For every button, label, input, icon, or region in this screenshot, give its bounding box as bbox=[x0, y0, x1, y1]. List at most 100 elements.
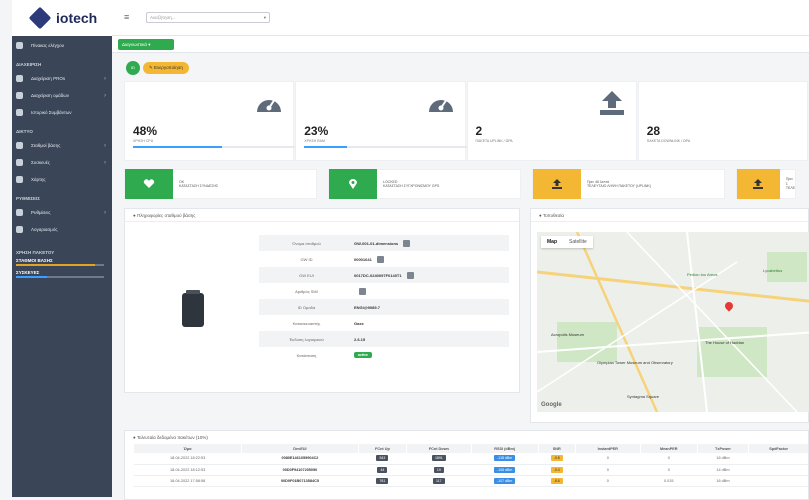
sidebar-item-label: Ρυθμίσεις bbox=[31, 210, 51, 215]
chevron-right-icon: › bbox=[104, 159, 106, 166]
cell-mean-per: 0.015 bbox=[640, 475, 698, 487]
cell-spd bbox=[748, 453, 808, 465]
tile-gps: LOCKED ΚΑΤΑΣΤΑΣΗ ΣΥΓΧΡΟΝΙΣΜΟΥ GPS bbox=[328, 169, 521, 199]
pill: -107 dBm bbox=[494, 477, 516, 484]
sidebar-item-groups[interactable]: Διαχείριση ομάδων › bbox=[12, 87, 112, 104]
gauge-icon bbox=[257, 98, 282, 112]
col-header[interactable]: MeanPER bbox=[639, 444, 698, 453]
col-header[interactable]: SpdFactor bbox=[748, 444, 808, 453]
search-select[interactable]: Αναζήτηση... ▾ bbox=[146, 12, 270, 23]
copy-icon[interactable] bbox=[376, 255, 384, 263]
stat-value: 48% bbox=[133, 124, 158, 138]
map-roads bbox=[537, 232, 809, 412]
id-chip[interactable]: ID bbox=[126, 61, 140, 75]
tab-satellite[interactable]: Satellite bbox=[563, 236, 593, 248]
copy-icon[interactable] bbox=[406, 271, 414, 279]
copy-icon[interactable] bbox=[359, 287, 366, 295]
stat-label: ΧΡΗΣΗ CPU bbox=[133, 139, 154, 143]
stat-label: ΧΡΗΣΗ RAM bbox=[304, 139, 325, 143]
sidebar-item-label: Χάρτης bbox=[31, 177, 46, 182]
logo[interactable]: iotech bbox=[12, 0, 112, 36]
col-header[interactable]: SNR bbox=[537, 444, 576, 453]
info-key: Κατάσταση bbox=[296, 352, 317, 358]
stat-cpu: 48% ΧΡΗΣΗ CPU bbox=[124, 81, 318, 161]
info-key: ID Ομαδα bbox=[297, 304, 316, 310]
sidebar-item-devices[interactable]: Συσκευές › bbox=[12, 154, 112, 171]
subbar: Διαγνωστικά ▾ bbox=[112, 36, 809, 53]
stat-ram: 23% ΧΡΗΣΗ RAM bbox=[295, 81, 490, 161]
info-value: ENGI@9089.7 bbox=[354, 304, 380, 310]
tab-map[interactable]: Map bbox=[541, 236, 563, 248]
sidebar-item-label: Σταθμοί βάσης bbox=[31, 143, 61, 148]
col-header[interactable]: TxPower bbox=[696, 444, 749, 453]
map[interactable]: Map Satellite Pedion tou Areos The House… bbox=[537, 232, 809, 412]
activation-chip-label: Ενεργοποίηση bbox=[154, 65, 183, 70]
panel-title: ● Τοποθεσία bbox=[531, 209, 808, 222]
col-header[interactable]: InstantPER bbox=[574, 444, 641, 453]
table-row[interactable]: 18-04-2022 18:22:53 0080E1461059904C2 54… bbox=[133, 453, 808, 465]
sidebar-item-label: Διαχείριση PROs bbox=[31, 76, 66, 81]
panel-title-text: Τελευταία δεδομένα πακέτων (10%) bbox=[136, 435, 208, 440]
stat-value: 2 bbox=[475, 124, 483, 138]
sidebar-item-pros[interactable]: Διαχείριση PROs › bbox=[12, 70, 112, 87]
device-icon bbox=[16, 159, 23, 166]
map-label: The House of Hadrian bbox=[705, 340, 745, 345]
map-label: Lycabettus bbox=[763, 268, 783, 273]
stat-label: ΠΑΚΕΤΑ DOWNLINK / ΩΡΑ bbox=[646, 139, 691, 143]
info-key: Κατασκευαστής bbox=[292, 320, 321, 326]
stat-downlink: 28 ΠΑΚΕΤΑ DOWNLINK / ΩΡΑ bbox=[637, 81, 808, 161]
cell-snr: -9.4 bbox=[538, 464, 576, 476]
info-row: GW EUI 0017DC-0240097F0140T1 bbox=[259, 267, 509, 283]
sidebar-item-account[interactable]: Λογαριασμός bbox=[12, 221, 112, 238]
account-icon bbox=[16, 226, 23, 233]
table-row[interactable]: 18-04-2022 18:12:53 00D0F94107205050 44 … bbox=[133, 464, 808, 476]
chevron-down-icon: ▾ bbox=[263, 15, 266, 20]
col-header[interactable]: DevEUI bbox=[241, 444, 359, 453]
status-badge: active bbox=[354, 352, 372, 358]
stat-value: 28 bbox=[646, 124, 661, 138]
info-value: 0017DC-0240097F0140T1 bbox=[354, 272, 402, 278]
col-header[interactable]: FCnt Up bbox=[357, 444, 407, 453]
col-header[interactable]: RSSI (dBm) bbox=[470, 444, 539, 453]
topbar: ≡ Αναζήτηση... ▾ bbox=[112, 0, 809, 36]
stat-uplink: 2 ΠΑΚΕΤΑ UPLINK / ΩΡΑ bbox=[466, 81, 637, 161]
info-value: 2.6.15 bbox=[354, 336, 366, 342]
info-value: GW-001-01-dimensions bbox=[354, 240, 399, 246]
sidebar-item-dashboard[interactable]: Πίνακας ελέγχου bbox=[12, 37, 112, 54]
panel-title: ● Τελευταία δεδομένα πακέτων (10%) bbox=[133, 435, 208, 440]
info-row: Κατάσταση active bbox=[259, 347, 509, 363]
monitor-icon bbox=[16, 42, 23, 49]
cell-instant-per: 0 bbox=[575, 475, 641, 487]
info-value: Gaxx bbox=[354, 320, 364, 326]
sidebar-item-base-stations[interactable]: Σταθμοί βάσης › bbox=[12, 137, 112, 154]
pill: 44 bbox=[377, 466, 388, 473]
tile-value: Πριν 1 bbox=[785, 177, 793, 186]
cell-instant-per: 0 bbox=[575, 453, 641, 465]
menu-icon[interactable]: ≡ bbox=[124, 12, 133, 22]
copy-icon[interactable] bbox=[403, 239, 411, 247]
sidebar-item-settings[interactable]: Ρυθμίσεις › bbox=[12, 204, 112, 221]
station-info-panel: ● Πληροφορίες σταθμού βάσης Όνομα σταθμο… bbox=[124, 208, 520, 393]
cell-fcnt-up: 543 bbox=[358, 453, 407, 465]
info-row: GW ID 00001641 bbox=[259, 251, 509, 267]
info-key: GW EUI bbox=[299, 272, 314, 278]
location-icon bbox=[329, 169, 377, 199]
sidebar-item-map[interactable]: Χάρτης bbox=[12, 171, 112, 188]
activation-chip[interactable]: ✎ Ενεργοποίηση bbox=[143, 62, 189, 74]
cell-instant-per: 0 bbox=[575, 464, 641, 476]
col-header[interactable]: Ώρα bbox=[132, 444, 242, 453]
cell-fcnt-down: 117 bbox=[406, 475, 472, 487]
panel-title-text: Τοποθεσία bbox=[542, 213, 565, 218]
pill: 1891 bbox=[431, 455, 446, 462]
diagnostics-button[interactable]: Διαγνωστικά ▾ bbox=[118, 39, 174, 50]
usage-bar-fill bbox=[16, 276, 47, 278]
sidebar-item-history[interactable]: Ιστορικό Συμβάντων bbox=[12, 104, 112, 121]
upload-icon bbox=[599, 91, 624, 115]
cell-rssi: -107 dBm bbox=[471, 475, 539, 487]
table-row[interactable]: 18-04-2022 17:58:58 00D0F01B0713584C5 76… bbox=[133, 475, 808, 487]
cell-time: 18-04-2022 18:22:53 bbox=[133, 453, 242, 465]
col-header[interactable]: FCnt Down bbox=[406, 444, 472, 453]
status-chips: ID ✎ Ενεργοποίηση bbox=[126, 61, 189, 75]
info-key: Όνομα σταθμού bbox=[292, 240, 321, 246]
packets-table: Ώρα DevEUI FCnt Up FCnt Down RSSI (dBm) … bbox=[132, 444, 808, 487]
